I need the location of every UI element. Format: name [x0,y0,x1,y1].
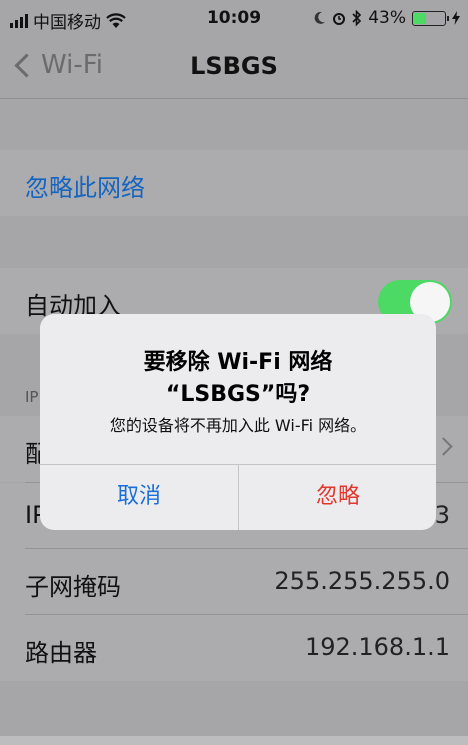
status-bar: 中国移动 10:09 43% [0,0,468,36]
alert-title-line2: “LSBGS”吗? [165,382,311,407]
forget-network-label: 忽略此网络 [25,174,145,202]
moon-icon [314,11,326,24]
forget-network-row[interactable]: 忽略此网络 [0,150,468,216]
bluetooth-icon [352,10,362,26]
battery-fill [414,12,426,24]
page-title: LSBGS [190,52,278,80]
charging-icon [452,11,460,25]
cancel-button[interactable]: 取消 [40,464,238,530]
subnet-mask-value: 255.255.255.0 [274,567,450,595]
battery-percent: 43% [368,8,406,28]
settings-screen: 中国移动 10:09 43% Wi-Fi LSBGS 忽略此网络 自动加入 IP… [0,0,468,745]
alarm-icon [333,13,346,25]
router-label: 路由器 [25,639,97,667]
bottom-row-edge [0,736,468,745]
status-right: 43% [314,8,460,28]
subnet-mask-label: 子网掩码 [25,573,121,601]
battery-icon [412,10,449,26]
alert-title-line1: 要移除 Wi-Fi 网络 [143,350,333,375]
chevron-right-icon [434,437,453,456]
navigation-bar: Wi-Fi LSBGS [0,36,468,99]
subnet-mask-row: 子网掩码 255.255.255.0 [0,549,468,615]
router-row: 路由器 192.168.1.1 [0,615,468,681]
ignore-button[interactable]: 忽略 [239,464,436,530]
ip-address-value: 3 [434,501,450,529]
alert-message: 您的设备将不再加入此 Wi-Fi 网络。 [109,416,367,435]
ip-section-header: IP [25,388,39,406]
forget-network-alert: 要移除 Wi-Fi 网络 “LSBGS”吗? 您的设备将不再加入此 Wi-Fi … [40,314,436,530]
router-value: 192.168.1.1 [304,633,450,661]
